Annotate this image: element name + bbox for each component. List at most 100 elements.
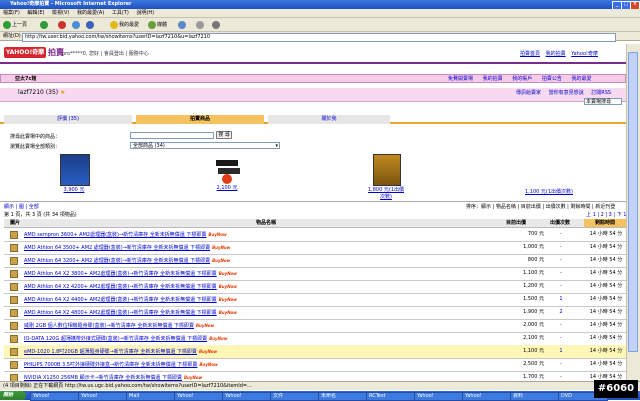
back-button[interactable]: 上一頁	[3, 20, 27, 30]
item-bids[interactable]: -	[556, 254, 566, 267]
stop-button[interactable]	[58, 20, 66, 30]
item-thumbnail-icon[interactable]	[10, 257, 18, 265]
item-bids[interactable]: -	[556, 332, 566, 345]
item-title-link[interactable]: AMD Athlon 64 X2 3800+ AM2處理器(盒裝)→新竹清庫存 …	[24, 271, 217, 277]
link-yahoo-home[interactable]: Yahoo!奇摩	[571, 51, 598, 57]
table-row[interactable]: AMD Athlon 64 X2 3800+ AM2處理器(盒裝)→新竹清庫存 …	[4, 267, 626, 281]
item-thumbnail-icon[interactable]	[10, 361, 18, 369]
item-bids[interactable]: 1	[556, 345, 566, 358]
table-row[interactable]: AMD Athlon 64 3200+ AM2 處理器(盒裝)→新竹清庫存 全新…	[4, 254, 626, 268]
col-time-left[interactable]: 剩餘時間	[584, 219, 626, 227]
featured-item[interactable]: 1,800 元(1出價次數)	[366, 154, 406, 200]
rss-link[interactable]: 訂閱RSS	[591, 90, 611, 96]
item-thumbnail-icon[interactable]	[10, 309, 18, 317]
nav-my-auction[interactable]: 我的拍賣	[483, 76, 503, 82]
featured-price[interactable]: 2,100 元	[212, 184, 242, 191]
start-button[interactable]: 開始	[0, 391, 26, 400]
item-thumbnail-icon[interactable]	[10, 283, 18, 291]
table-row[interactable]: 威剛 2GB 個人數位相機隨身碟(盒裝)→新竹清庫存 全新未拆無償還 下標即賣 B…	[4, 319, 626, 333]
table-row[interactable]: AMD Athlon 64 3500+ AM2 處理器(盒裝)→新竹清庫存 全新…	[4, 241, 626, 255]
nav-favorites[interactable]: 我的最愛	[571, 76, 591, 82]
featured-price[interactable]: 1,800 元(1出價次數)	[366, 186, 406, 200]
forward-button[interactable]	[40, 20, 48, 30]
item-bids[interactable]: 1	[556, 293, 566, 306]
item-title-link[interactable]: PHILIPS 7000B 3.5吋外接硬碟外接盒→新竹清庫存 全新未拆無償還 …	[24, 362, 197, 368]
category-select[interactable]: 全部商品 (34) ▾	[130, 142, 280, 149]
featured-item[interactable]: 3,900 元	[60, 154, 90, 193]
item-thumbnail-icon[interactable]	[10, 270, 18, 278]
featured-item[interactable]: 2,100 元	[212, 154, 242, 191]
item-title-link[interactable]: AMD Athlon 64 3500+ AM2 處理器(盒裝)→新竹清庫存 全新…	[24, 245, 210, 251]
item-thumbnail-icon[interactable]	[10, 244, 18, 252]
item-title-link[interactable]: AMD Athlon 64 3200+ AM2 處理器(盒裝)→新竹清庫存 全新…	[24, 258, 210, 264]
item-title-link[interactable]: AMD Athlon 64 X2 4400+ AM2處理器(盒裝)→新竹清庫存 …	[24, 297, 217, 303]
favorites-button[interactable]: 我的最愛	[110, 20, 139, 30]
col-price[interactable]: 目前出價	[506, 219, 526, 227]
item-bids[interactable]: -	[556, 319, 566, 332]
menu-view[interactable]: 檢視(V)	[52, 10, 69, 16]
item-title-link[interactable]: eMD-1020 1.8吋20GB 超薄隨身硬碟→新竹清庫存 全新未拆無償還 下…	[24, 349, 197, 355]
view-toggle[interactable]: 顯示 | 圖 | 全部	[4, 203, 39, 210]
tab-about[interactable]: 關於我	[268, 115, 390, 124]
print-button[interactable]	[212, 20, 220, 30]
seller-link[interactable]: lazf7210 (35)	[18, 89, 58, 96]
yahoo-logo[interactable]: YAHOO!奇摩	[4, 47, 46, 58]
feedback-link[interactable]: 當你有意見想說	[549, 90, 584, 96]
history-icon	[178, 21, 186, 29]
media-button[interactable]: 媒體	[148, 20, 167, 30]
table-row[interactable]: AMD Athlon 64 X2 4400+ AM2處理器(盒裝)→新竹清庫存 …	[4, 293, 626, 307]
link-my-auction[interactable]: 我的拍賣	[546, 51, 566, 57]
mail-button[interactable]	[196, 20, 204, 30]
item-bids[interactable]: -	[556, 267, 566, 280]
sort-options[interactable]: 排序：顯示 | 物品名稱 | 目前出價 | 出價次數 | 剩餘時間 | 新近刊登	[466, 203, 615, 210]
item-thumbnail-icon[interactable]	[10, 322, 18, 330]
pagination[interactable]: 上 1 | 2 | 3 | 下 1	[586, 211, 627, 218]
refresh-button[interactable]	[72, 20, 80, 30]
item-title-link[interactable]: IO-DATA 120G 超薄攜帶外接式硬碟(盒裝)→新竹清庫存 全新未拆無償還…	[24, 336, 207, 342]
search-input[interactable]	[130, 132, 214, 139]
menu-edit[interactable]: 編輯(E)	[27, 10, 44, 16]
item-title-link[interactable]: AMD Athlon 64 X2 4200+ AM2處理器(盒裝)→新竹清庫存 …	[24, 284, 217, 290]
table-row[interactable]: AMD sempron 3600+ AM2處理器(盒裝)→新竹清庫存 全新未拆無…	[4, 228, 626, 242]
menu-favorites[interactable]: 我的最愛(A)	[77, 10, 104, 16]
nav-open-store[interactable]: 免費開賣場	[448, 76, 473, 82]
tab-items[interactable]: 拍賣商品	[136, 115, 264, 124]
col-title[interactable]: 物品名稱	[256, 219, 276, 227]
table-row[interactable]: AMD Athlon 64 X2 4200+ AM2處理器(盒裝)→新竹清庫存 …	[4, 280, 626, 294]
store-search-select[interactable]: 本賣場搜尋	[584, 98, 622, 105]
item-title-link[interactable]: 威剛 2GB 個人數位相機隨身碟(盒裝)→新竹清庫存 全新未拆無償還 下標即賣	[24, 323, 194, 329]
link-auction-home[interactable]: 拍賣首頁	[520, 51, 540, 57]
item-bids[interactable]: -	[556, 241, 566, 254]
nav-my-account[interactable]: 我的帳戶	[512, 76, 532, 82]
search-button[interactable]: 搜 尋	[216, 131, 232, 139]
item-bids[interactable]: -	[556, 228, 566, 241]
table-row[interactable]: PHILIPS 7000B 3.5吋外接硬碟外接盒→新竹清庫存 全新未拆無償還 …	[4, 358, 626, 372]
table-row[interactable]: IO-DATA 120G 超薄攜帶外接式硬碟(盒裝)→新竹清庫存 全新未拆無償還…	[4, 332, 626, 346]
menu-file[interactable]: 檔案(F)	[3, 10, 20, 16]
item-title-link[interactable]: AMD Athlon 64 X2 4800+ AM2處理器(盒裝)→新竹清庫存 …	[24, 310, 217, 316]
home-button[interactable]	[86, 20, 94, 30]
nav-announcements[interactable]: 拍賣公告	[542, 76, 562, 82]
item-thumbnail-icon[interactable]	[10, 335, 18, 343]
menu-tools[interactable]: 工具(T)	[112, 10, 129, 16]
col-bids[interactable]: 出價次數	[550, 219, 570, 227]
table-row[interactable]: eMD-1020 1.8吋20GB 超薄隨身硬碟→新竹清庫存 全新未拆無償還 下…	[4, 345, 626, 359]
featured-price[interactable]: 1,100 元(1出價次數)	[524, 188, 574, 195]
item-thumbnail-icon[interactable]	[10, 296, 18, 304]
history-button[interactable]	[178, 20, 186, 30]
item-bids[interactable]: -	[556, 358, 566, 371]
table-row[interactable]: AMD Athlon 64 X2 4800+ AM2處理器(盒裝)→新竹清庫存 …	[4, 306, 626, 320]
item-thumbnail-icon[interactable]	[10, 231, 18, 239]
item-title-link[interactable]: AMD sempron 3600+ AM2處理器(盒裝)→新竹清庫存 全新未拆無…	[24, 232, 206, 238]
address-input[interactable]: http://tw.user.bid.yahoo.com/tw/showitem…	[22, 33, 616, 42]
featured-price[interactable]: 3,900 元	[60, 186, 88, 193]
item-bids[interactable]: -	[556, 280, 566, 293]
message-seller-link[interactable]: 傳訊給賣家	[516, 90, 541, 96]
tab-ratings[interactable]: 評價 (35)	[4, 115, 132, 124]
user-greeting[interactable]: pro*****0, 您好 | 會員登出 | 服務中心	[62, 50, 149, 57]
item-thumbnail-icon[interactable]	[10, 348, 18, 356]
item-bids[interactable]: 2	[556, 306, 566, 319]
menu-help[interactable]: 說明(H)	[136, 10, 154, 16]
featured-item[interactable]: 1,100 元(1出價次數)	[524, 188, 574, 195]
scrollbar-thumb[interactable]	[628, 52, 638, 352]
